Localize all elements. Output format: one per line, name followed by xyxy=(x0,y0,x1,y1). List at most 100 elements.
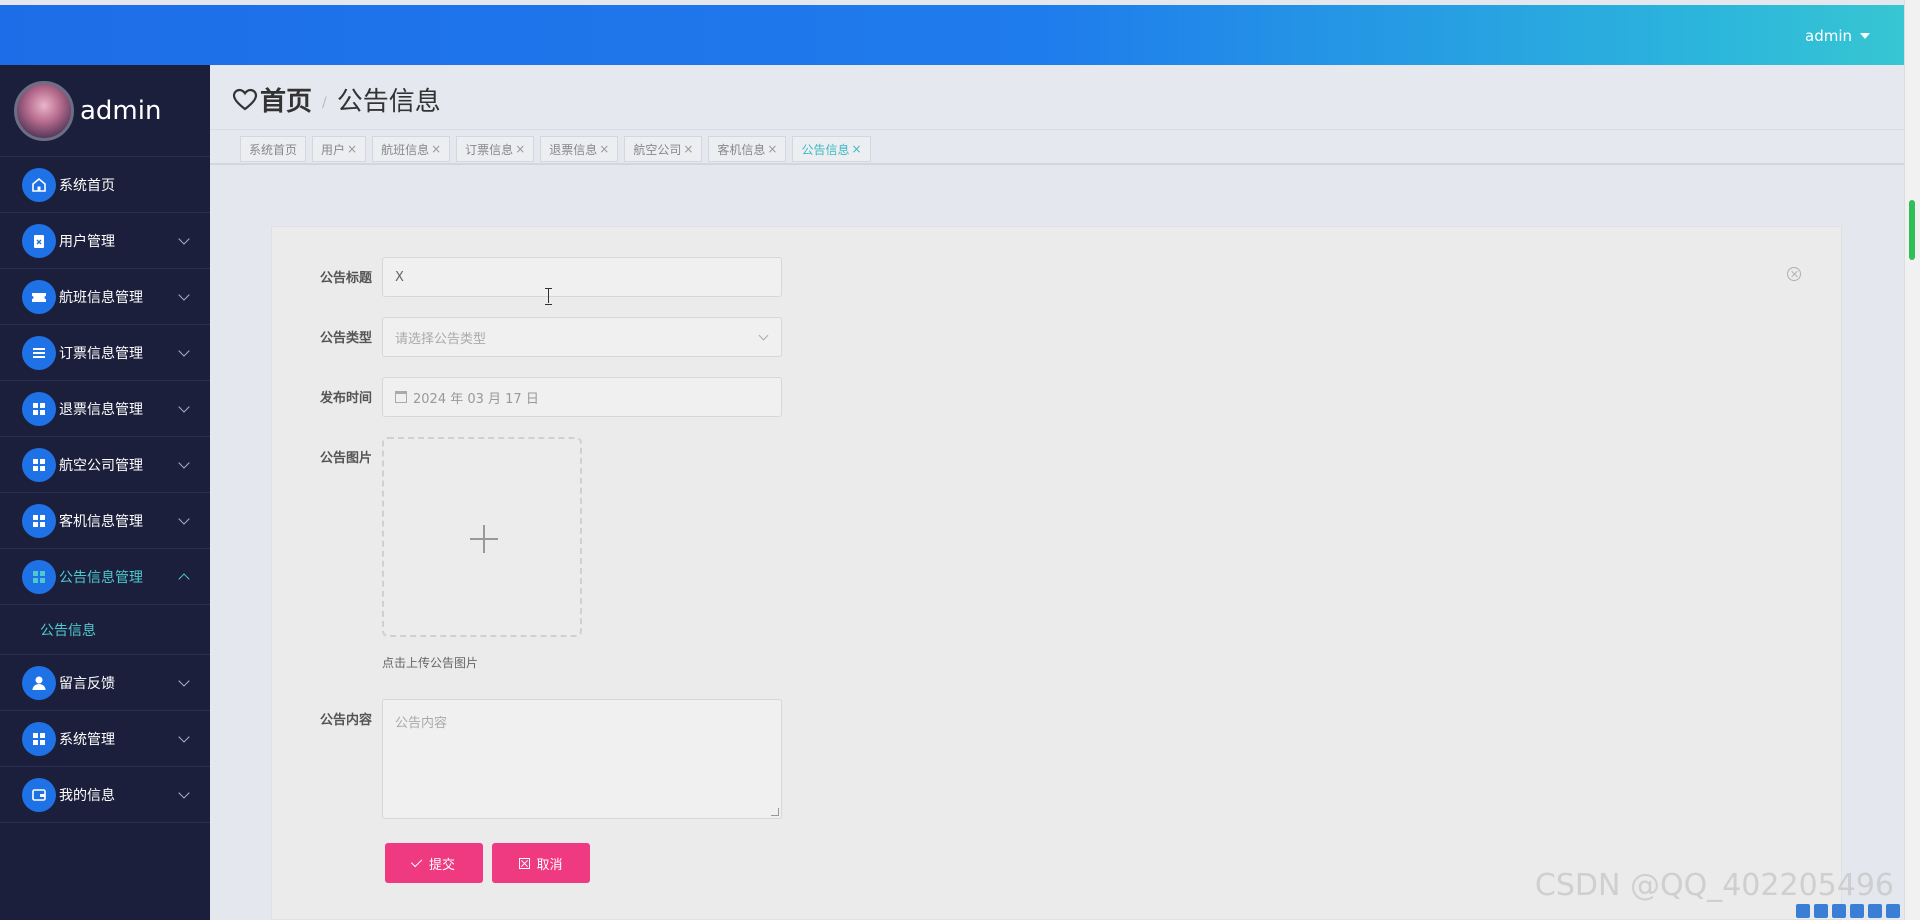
page-header: 首页 / 公告信息 xyxy=(210,65,1904,130)
title-label: 公告标题 xyxy=(319,271,372,286)
content-textarea[interactable]: 公告内容 xyxy=(382,699,782,819)
sidebar-item-label: 系统首页 xyxy=(59,177,115,194)
tag-aircraft[interactable]: 客机信息 × xyxy=(708,136,787,162)
sidebar-profile: admin xyxy=(0,65,210,157)
tags-bar: 系统首页 用户 × 航班信息 × 订票信息 × 退票信息 × 航空公司 × 客机信息 × 公… xyxy=(210,131,1904,165)
tag-label: 航班信息 xyxy=(381,142,430,157)
title-input-value: X xyxy=(395,269,404,285)
chevron-up-icon xyxy=(178,573,190,585)
calendar-icon xyxy=(395,391,407,403)
watermark: CSDN @QQ_402205496 xyxy=(1534,868,1894,903)
grid-icon xyxy=(22,447,56,482)
close-circle-icon[interactable] xyxy=(1787,267,1801,281)
close-icon[interactable]: × xyxy=(599,142,609,156)
avatar xyxy=(14,80,74,141)
type-label: 公告类型 xyxy=(319,331,372,346)
sidebar-item-my-info[interactable]: 我的信息 xyxy=(0,767,210,823)
close-icon[interactable]: × xyxy=(515,142,525,156)
chevron-down-icon xyxy=(178,675,190,687)
tag-label: 订票信息 xyxy=(465,142,514,157)
check-icon xyxy=(410,855,423,868)
tag-users[interactable]: 用户 × xyxy=(312,136,367,162)
image-upload[interactable] xyxy=(382,437,582,637)
date-value: 2024 年 03 月 17 日 xyxy=(413,391,539,407)
sidebar-item-label: 用户管理 xyxy=(59,233,115,250)
sidebar-item-bookings[interactable]: 订票信息管理 xyxy=(0,325,210,381)
tag-airlines[interactable]: 航空公司 × xyxy=(624,136,703,162)
close-icon[interactable]: × xyxy=(347,142,357,156)
tray-icon xyxy=(1886,904,1900,918)
grid-icon xyxy=(22,559,56,594)
breadcrumb-home[interactable]: 首页 xyxy=(260,81,312,118)
tag-home[interactable]: 系统首页 xyxy=(240,136,307,162)
tag-flights[interactable]: 航班信息 × xyxy=(372,136,451,162)
chevron-down-icon xyxy=(178,787,190,799)
submit-button-label: 提交 xyxy=(428,856,455,872)
list-icon xyxy=(22,335,56,370)
grid-icon xyxy=(22,503,56,538)
cancel-button[interactable]: 取消 xyxy=(492,843,590,883)
tag-announcements[interactable]: 公告信息 × xyxy=(792,136,871,162)
sidebar-item-label: 公告信息管理 xyxy=(59,569,143,586)
text-cursor-icon xyxy=(545,288,553,305)
title-input[interactable]: X xyxy=(382,257,782,297)
submit-button[interactable]: 提交 xyxy=(385,843,483,883)
chevron-down-icon xyxy=(178,345,190,357)
breadcrumb: 首页 / 公告信息 xyxy=(232,81,441,118)
tag-bookings[interactable]: 订票信息 × xyxy=(456,136,535,162)
type-select-placeholder: 请选择公告类型 xyxy=(395,331,487,347)
tag-label: 退票信息 xyxy=(549,142,598,157)
sidebar-item-label: 航空公司管理 xyxy=(59,457,143,474)
date-picker-input[interactable]: 2024 年 03 月 17 日 xyxy=(382,377,782,417)
close-icon[interactable]: × xyxy=(431,142,441,156)
upload-tip: 点击上传公告图片 xyxy=(382,656,479,670)
tray-icon xyxy=(1850,904,1864,918)
tag-label: 公告信息 xyxy=(801,142,850,157)
sidebar-item-home[interactable]: 系统首页 xyxy=(0,157,210,213)
sidebar: admin 系统首页 用户管理 航班信息管理 订票信息管理 退票信息管理 航空公… xyxy=(0,65,210,920)
chevron-down-icon xyxy=(178,233,190,245)
chevron-down-icon xyxy=(178,289,190,301)
close-icon[interactable]: × xyxy=(683,142,693,156)
tag-label: 用户 xyxy=(321,142,346,157)
tray-icon xyxy=(1868,904,1882,918)
tray-icon xyxy=(1796,904,1810,918)
sidebar-item-refunds[interactable]: 退票信息管理 xyxy=(0,381,210,437)
close-icon[interactable]: × xyxy=(852,142,862,156)
heart-icon xyxy=(232,88,258,110)
sidebar-item-users[interactable]: 用户管理 xyxy=(0,213,210,269)
tag-label: 客机信息 xyxy=(717,142,766,157)
tag-label: 系统首页 xyxy=(249,142,298,157)
sidebar-item-label: 航班信息管理 xyxy=(59,289,143,306)
breadcrumb-separator: / xyxy=(322,94,327,111)
scrollbar-thumb[interactable] xyxy=(1909,200,1915,260)
caret-down-icon xyxy=(1860,33,1870,39)
username-label: admin xyxy=(1805,27,1852,45)
sidebar-item-announcements[interactable]: 公告信息管理 xyxy=(0,549,210,605)
user-menu[interactable]: admin xyxy=(1805,27,1870,45)
sidebar-subitem-announcement-info[interactable]: 公告信息 xyxy=(0,605,210,655)
chevron-down-icon xyxy=(178,731,190,743)
close-box-icon xyxy=(519,857,531,869)
page-title: 公告信息 xyxy=(336,87,441,117)
user-icon xyxy=(22,665,56,700)
sidebar-item-system[interactable]: 系统管理 xyxy=(0,711,210,767)
sidebar-item-feedback[interactable]: 留言反馈 xyxy=(0,655,210,711)
tray-icon xyxy=(1832,904,1846,918)
sidebar-item-aircraft[interactable]: 客机信息管理 xyxy=(0,493,210,549)
cancel-button-label: 取消 xyxy=(536,856,563,872)
sidebar-item-label: 留言反馈 xyxy=(59,675,115,692)
sidebar-item-flights[interactable]: 航班信息管理 xyxy=(0,269,210,325)
sidebar-item-airlines[interactable]: 航空公司管理 xyxy=(0,437,210,493)
close-icon[interactable]: × xyxy=(767,142,777,156)
resize-handle[interactable] xyxy=(771,808,779,816)
sidebar-item-label: 我的信息 xyxy=(59,787,115,804)
top-header-bar: admin xyxy=(0,5,1904,65)
type-select[interactable]: 请选择公告类型 xyxy=(382,317,782,357)
home-icon xyxy=(22,167,56,202)
chevron-down-icon xyxy=(758,330,769,341)
sidebar-item-label: 订票信息管理 xyxy=(59,345,143,362)
tag-refunds[interactable]: 退票信息 × xyxy=(540,136,619,162)
content-label: 公告内容 xyxy=(319,713,372,728)
page-scrollbar[interactable] xyxy=(1904,0,1920,920)
